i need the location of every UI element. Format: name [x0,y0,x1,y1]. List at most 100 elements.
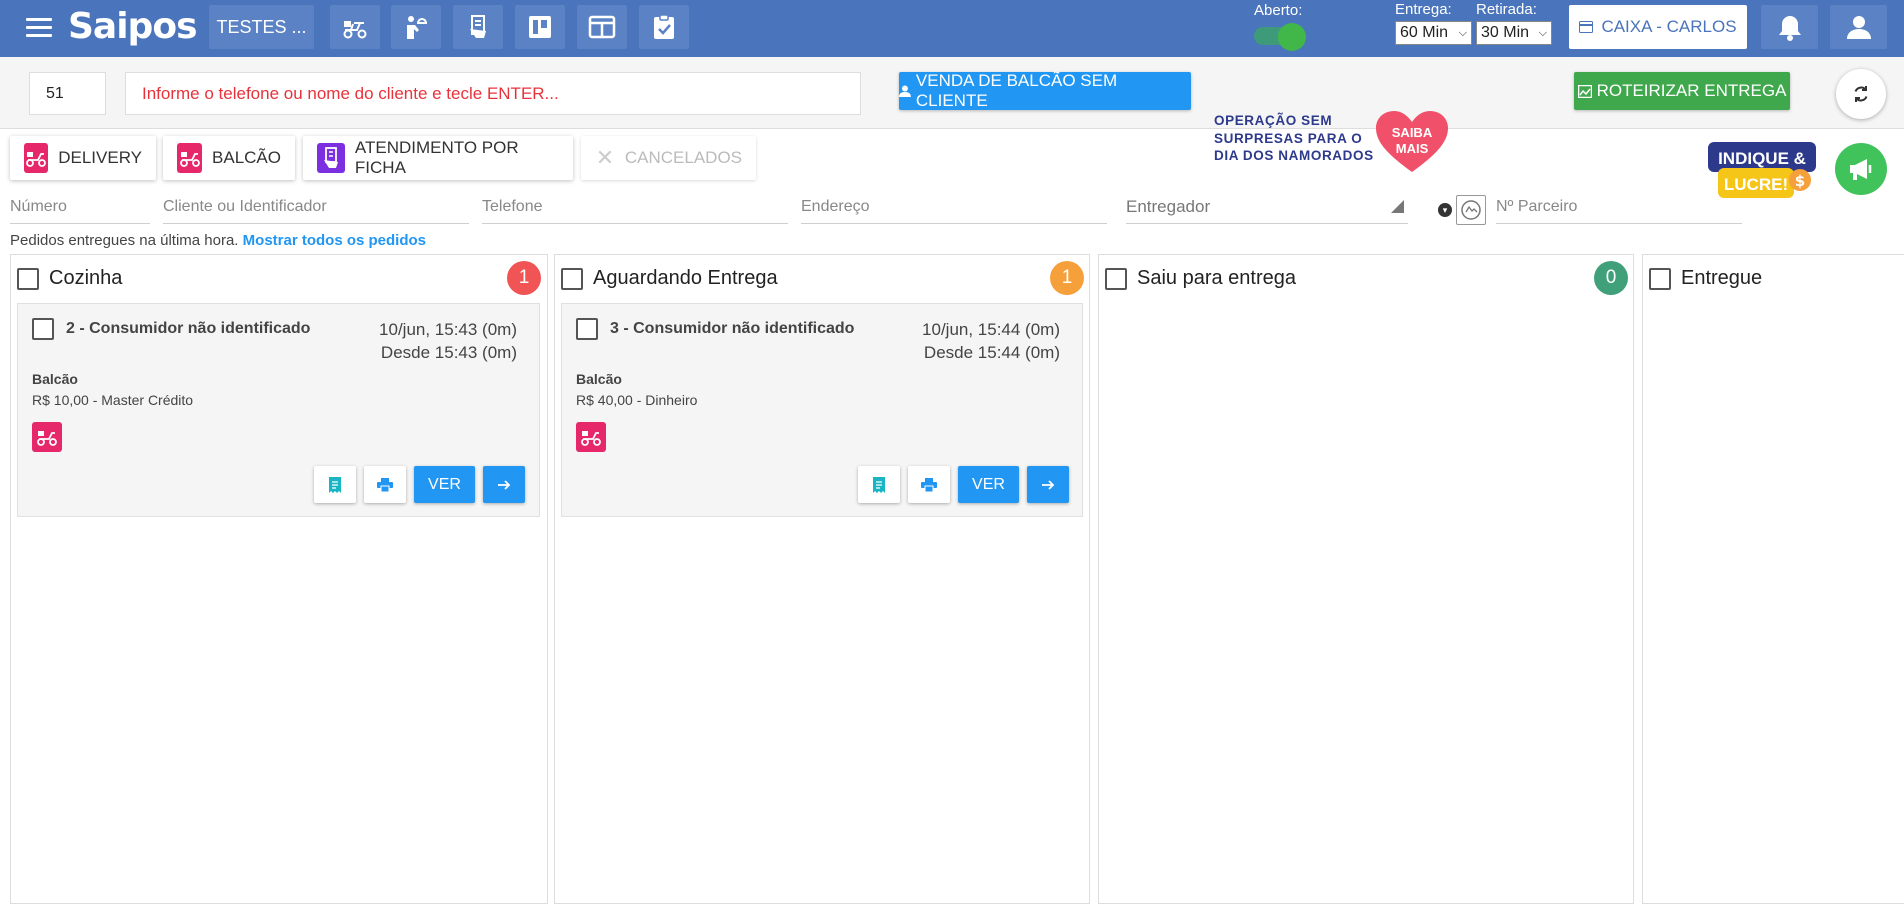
bell-icon [1778,16,1801,41]
refresh-icon [1854,86,1868,102]
column-entregue: Entregue [1642,254,1904,904]
order-card[interactable]: 2 - Consumidor não identificado 10/jun, … [17,303,540,517]
advance-order-button[interactable] [483,466,525,503]
table-layout-icon[interactable] [577,5,627,49]
logo[interactable]: Saipos [68,6,197,47]
open-status-toggle[interactable] [1254,22,1310,51]
print-button[interactable] [364,466,406,503]
column-cozinha: Cozinha 1 2 - Consumidor não identificad… [10,254,548,904]
scooter-icon [576,422,606,452]
filter-telefone[interactable]: Telefone [482,190,788,224]
promo-text: OPERAÇÃO SEM SURPRESAS PARA O DIA DOS NA… [1214,113,1374,163]
order-title: 3 - Consumidor não identificado [576,318,854,340]
ticket-hand-icon [317,143,345,173]
print-button[interactable] [908,466,950,503]
view-order-button[interactable]: VER [414,466,475,503]
scooter-icon [24,143,49,173]
view-order-button[interactable]: VER [958,466,1019,503]
checklist-clipboard-icon[interactable] [639,5,689,49]
select-all-checkbox[interactable] [1649,267,1671,290]
column-header: Entregue [1649,267,1762,290]
map-icon [1577,84,1592,98]
printer-icon [921,477,937,492]
filter-entregador-select[interactable]: Entregador [1126,190,1408,224]
receipt-icon [873,476,885,493]
order-card[interactable]: 3 - Consumidor não identificado 10/jun, … [561,303,1083,517]
chevron-down-icon: ⌵ [1538,26,1547,39]
tab-delivery[interactable]: DELIVERY [10,136,156,180]
heart-text-1: SAIBA [1392,125,1433,140]
tab-atendimento-ficha[interactable]: ATENDIMENTO POR FICHA [303,136,573,180]
retirada-label: Retirada: [1476,1,1537,18]
order-time: 10/jun, 15:43 (0m) Desde 15:43 (0m) [379,320,517,362]
select-all-checkbox[interactable] [561,267,583,290]
count-badge: 0 [1594,261,1628,295]
printer-icon [377,477,393,492]
caixa-button[interactable]: CAIXA - CARLOS [1569,5,1747,49]
order-checkbox[interactable] [32,318,54,340]
refresh-button[interactable] [1836,69,1886,119]
scooter-icon [32,422,62,452]
advance-order-button[interactable] [1027,466,1069,503]
user-account-button[interactable] [1830,5,1887,49]
scooter-icon [177,143,203,173]
column-header: Saiu para entrega [1105,267,1296,290]
store-selector-button[interactable]: TESTES ... [209,5,314,49]
caret-down-icon[interactable]: ▾ [1438,203,1452,217]
client-search-input[interactable]: Informe o telefone ou nome do cliente e … [125,72,861,115]
search-row: 51 Informe o telefone ou nome do cliente… [0,57,1904,129]
column-header: Cozinha [17,267,122,290]
announcements-button[interactable] [1835,143,1887,195]
count-badge: 1 [507,261,541,295]
filter-parceiro[interactable]: Nº Parceiro [1496,190,1742,224]
dollar-icon: $ [1795,172,1805,190]
arrow-right-icon [1042,479,1055,490]
column-saiu-para-entrega: Saiu para entrega 0 [1098,254,1634,904]
order-checkbox[interactable] [576,318,598,340]
filter-cliente[interactable]: Cliente ou Identificador [163,190,469,224]
megaphone-icon [1850,159,1872,180]
order-title: 2 - Consumidor não identificado [32,318,310,340]
heart-icon: SAIBA MAIS [1376,111,1448,172]
column-aguardando-entrega: Aguardando Entrega 1 3 - Consumidor não … [554,254,1090,904]
count-badge: 1 [1050,261,1084,295]
tab-cancelados[interactable]: ✕ CANCELADOS [581,136,756,180]
retirada-time-select[interactable]: 30 Min ⌵ [1476,21,1552,45]
partner-logo-icon[interactable] [1456,195,1486,225]
notifications-button[interactable] [1761,5,1818,49]
order-type: Balcão [576,371,622,387]
order-type: Balcão [32,371,78,387]
menu-icon[interactable] [26,18,52,38]
receipt-button[interactable] [314,466,356,503]
dropdown-triangle-icon [1391,200,1404,213]
order-ticket-icon[interactable] [453,5,503,49]
aberto-label: Aberto: [1254,2,1303,19]
route-delivery-button[interactable]: ROTEIRIZAR ENTREGA [1574,72,1790,110]
store-number-input[interactable]: 51 [29,72,106,115]
select-all-checkbox[interactable] [17,267,39,290]
promo-banner[interactable]: OPERAÇÃO SEM SURPRESAS PARA O DIA DOS NA… [1214,110,1454,172]
filter-numero[interactable]: Número [10,190,150,224]
chevron-down-icon: ⌵ [1458,26,1467,39]
kanban-board-icon[interactable] [515,5,565,49]
tab-balcao[interactable]: BALCÃO [163,136,295,180]
receipt-button[interactable] [858,466,900,503]
close-icon: ✕ [595,145,615,170]
heart-text-2: MAIS [1396,141,1429,156]
entrega-time-select[interactable]: 60 Min ⌵ [1395,21,1472,45]
show-all-orders-link[interactable]: Mostrar todos os pedidos [243,232,426,249]
filter-endereco[interactable]: Endereço [801,190,1107,224]
waiter-service-icon[interactable] [391,5,441,49]
delivery-scooter-icon[interactable] [330,5,380,49]
person-icon [899,85,911,97]
top-bar: Saipos TESTES ... Aberto: Entrega: 60 Mi… [0,0,1904,57]
arrow-right-icon [498,479,511,490]
person-icon [1846,16,1871,39]
credit-card-icon [1579,21,1594,33]
indique-text: INDIQUE & [1718,149,1806,168]
order-payment: R$ 40,00 - Dinheiro [576,392,698,408]
counter-sale-button[interactable]: VENDA DE BALCÃO SEM CLIENTE [899,71,1191,110]
info-line: Pedidos entregues na última hora. Mostra… [10,232,427,249]
column-header: Aguardando Entrega [561,267,778,290]
select-all-checkbox[interactable] [1105,267,1127,290]
